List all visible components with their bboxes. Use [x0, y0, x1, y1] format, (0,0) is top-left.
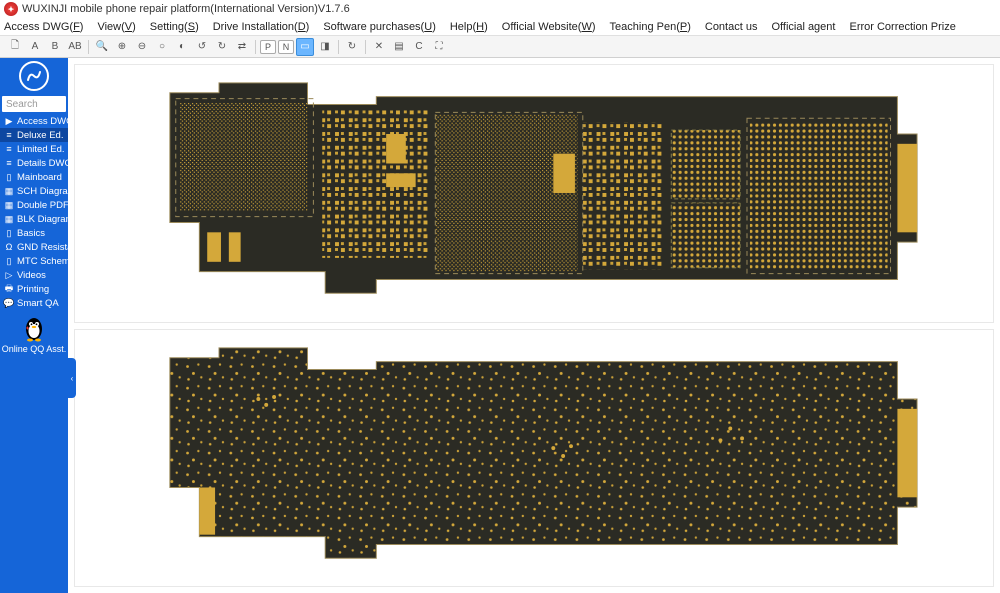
- basics-icon: ▯: [4, 228, 14, 239]
- circle-icon[interactable]: ○: [153, 38, 171, 56]
- access-dwg-icon: ▶: [4, 116, 14, 127]
- mtc-schem-icon: ▯: [4, 256, 14, 267]
- sidebar-item-smart-qa[interactable]: 💬Smart QA: [0, 296, 68, 310]
- sidebar-item-label: Smart QA: [17, 298, 59, 309]
- menu-view[interactable]: View(V): [97, 21, 135, 33]
- close-icon[interactable]: ✕: [370, 38, 388, 56]
- sidebar-item-sch-diagram[interactable]: ▦SCH Diagram: [0, 184, 68, 198]
- title-bar: ✦ WUXINJI mobile phone repair platform(I…: [0, 0, 1000, 18]
- text-b-icon[interactable]: B: [46, 38, 64, 56]
- menu-teaching-pen[interactable]: Teaching Pen(P): [610, 21, 691, 33]
- zoom-out-icon[interactable]: ⊖: [133, 38, 151, 56]
- p-tool-icon[interactable]: P: [260, 40, 276, 54]
- split-icon[interactable]: ◨: [316, 38, 334, 56]
- rotate-cw-icon[interactable]: ↻: [213, 38, 231, 56]
- mainboard-icon: ▯: [4, 172, 14, 183]
- details-dwg-icon: ≡: [4, 158, 14, 168]
- rotate-ccw-icon[interactable]: ↺: [193, 38, 211, 56]
- sidebar-collapse-handle[interactable]: ‹: [68, 358, 76, 398]
- new-icon[interactable]: 🗋: [6, 38, 24, 56]
- sidebar-item-label: Basics: [17, 228, 45, 239]
- sidebar-item-blk-diagram[interactable]: ▦BLK Diagram: [0, 212, 68, 226]
- logo-icon: [19, 61, 49, 91]
- sidebar-item-label: Access DWG: [17, 116, 68, 127]
- sidebar-item-label: GND Resistance: [17, 242, 68, 253]
- app-icon: ✦: [4, 2, 18, 16]
- sidebar: Search ▶Access DWG≡Deluxe Ed.≡Limited Ed…: [0, 58, 68, 593]
- menu-contact-us[interactable]: Contact us: [705, 21, 758, 33]
- menu-help[interactable]: Help(H): [450, 21, 488, 33]
- sch-diagram-icon: ▦: [4, 186, 14, 197]
- sidebar-item-label: Deluxe Ed.: [17, 130, 63, 141]
- sidebar-item-basics[interactable]: ▯Basics: [0, 226, 68, 240]
- menu-access-dwg[interactable]: Access DWG(F): [4, 21, 83, 33]
- refresh-icon[interactable]: ↻: [343, 38, 361, 56]
- sidebar-item-label: Details DWG: [17, 158, 68, 169]
- menu-official-website[interactable]: Official Website(W): [502, 21, 596, 33]
- rect-tool-icon[interactable]: ▭: [296, 38, 314, 56]
- fullscreen-icon[interactable]: ⛶: [430, 38, 448, 56]
- pcb-top-board: [93, 75, 974, 311]
- sidebar-item-limited-ed[interactable]: ≡Limited Ed.: [0, 142, 68, 156]
- menu-error-correction-prize[interactable]: Error Correction Prize: [849, 21, 955, 33]
- app-title: WUXINJI mobile phone repair platform(Int…: [22, 3, 350, 15]
- sidebar-item-videos[interactable]: ▷Videos: [0, 268, 68, 282]
- pcb-bottom-board: [93, 340, 974, 576]
- pcb-viewer[interactable]: [68, 58, 1000, 593]
- menu-bar: Access DWG(F) View(V) Setting(S) Drive Inst…: [0, 18, 1000, 36]
- list-icon[interactable]: ▤: [390, 38, 408, 56]
- sidebar-item-label: Printing: [17, 284, 49, 295]
- sidebar-item-label: Limited Ed.: [17, 144, 65, 155]
- sidebar-item-mainboard[interactable]: ▯Mainboard: [0, 170, 68, 184]
- blk-diagram-icon: ▦: [4, 214, 14, 225]
- sidebar-item-gnd-resist[interactable]: ΩGND Resistance: [0, 240, 68, 254]
- half-circle-icon[interactable]: ◐: [173, 38, 191, 56]
- videos-icon: ▷: [4, 270, 14, 281]
- c-tool-icon[interactable]: C: [410, 38, 428, 56]
- double-pdf-icon: ▦: [4, 200, 14, 211]
- toolbar-separator: [255, 40, 256, 54]
- limited-ed-icon: ≡: [4, 144, 14, 154]
- sidebar-item-label: SCH Diagram: [17, 186, 68, 197]
- menu-official-agent[interactable]: Official agent: [771, 21, 835, 33]
- sidebar-item-access-dwg[interactable]: ▶Access DWG: [0, 114, 68, 128]
- main-area: Search ▶Access DWG≡Deluxe Ed.≡Limited Ed…: [0, 58, 1000, 593]
- smart-qa-icon: 💬: [4, 298, 14, 309]
- qq-penguin-icon: [22, 314, 46, 342]
- toolbar-separator: [88, 40, 89, 54]
- menu-drive-installation[interactable]: Drive Installation(D): [213, 21, 310, 33]
- sidebar-item-label: Videos: [17, 270, 46, 281]
- sidebar-item-mtc-schem[interactable]: ▯MTC Scheme: [0, 254, 68, 268]
- sidebar-item-details-dwg[interactable]: ≡Details DWG: [0, 156, 68, 170]
- qq-label: Online QQ Asst.: [2, 344, 67, 354]
- toolbar-separator: [365, 40, 366, 54]
- logo-area: [0, 58, 68, 94]
- sidebar-item-label: Double PDF: [17, 200, 68, 211]
- flip-h-icon[interactable]: ⇄: [233, 38, 251, 56]
- pcb-top-panel[interactable]: [74, 64, 994, 323]
- n-tool-icon[interactable]: N: [278, 40, 294, 54]
- qq-assistant[interactable]: Online QQ Asst.: [0, 314, 68, 354]
- pcb-bottom-panel[interactable]: [74, 329, 994, 588]
- sidebar-item-label: MTC Scheme: [17, 256, 68, 267]
- zoom-icon[interactable]: 🔍: [93, 38, 111, 56]
- sidebar-item-printing[interactable]: 🖶Printing: [0, 282, 68, 296]
- zoom-in-icon[interactable]: ⊕: [113, 38, 131, 56]
- toolbar-separator: [338, 40, 339, 54]
- sidebar-item-double-pdf[interactable]: ▦Double PDF: [0, 198, 68, 212]
- sidebar-item-label: Mainboard: [17, 172, 62, 183]
- printing-icon: 🖶: [4, 282, 14, 296]
- menu-setting[interactable]: Setting(S): [150, 21, 199, 33]
- sidebar-item-deluxe-ed[interactable]: ≡Deluxe Ed.: [0, 128, 68, 142]
- gnd-resist-icon: Ω: [4, 242, 14, 252]
- menu-software-purchases[interactable]: Software purchases(U): [323, 21, 436, 33]
- deluxe-ed-icon: ≡: [4, 130, 14, 140]
- sidebar-item-label: BLK Diagram: [17, 214, 68, 225]
- toolbar: 🗋ABAB🔍⊕⊖○◐↺↻⇄PN▭◨↻✕▤C⛶: [0, 36, 1000, 58]
- search-input[interactable]: Search: [2, 96, 66, 112]
- text-a-icon[interactable]: A: [26, 38, 44, 56]
- text-ab-icon[interactable]: AB: [66, 38, 84, 56]
